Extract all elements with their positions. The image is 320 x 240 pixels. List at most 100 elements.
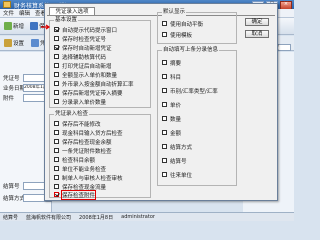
checkbox[interactable]	[162, 74, 167, 79]
option-label: 结算方式	[170, 144, 193, 151]
attachment-label: 附件	[3, 96, 15, 102]
option-label: 金额	[170, 130, 182, 137]
option-label: 数量	[170, 116, 182, 123]
checkbox[interactable]	[54, 36, 59, 41]
option-fill-account[interactable]: 科目	[162, 73, 182, 81]
option-label: 分录录入单价数量	[62, 99, 107, 106]
new-icon	[4, 22, 12, 30]
option-label: 外币录入按金额自动折算汇率	[62, 81, 134, 88]
group-basic-settings: 基本设置 自动提示代码提示窗口 保存时检查凭证号 保存时自动新增凭证 选择辅助核…	[49, 17, 151, 108]
settings-button[interactable]: 设置	[2, 39, 26, 47]
option-fill-settlement-method[interactable]: 结算方式	[162, 143, 193, 151]
option-carry-summary[interactable]: 保存后新增凭证带入摘要	[54, 89, 123, 97]
checkbox[interactable]	[54, 27, 59, 32]
settlement-method-label: 结算方式	[3, 196, 26, 202]
checkbox[interactable]	[162, 116, 167, 121]
option-foreign-rate[interactable]: 外币录入按金额自动折算汇率	[54, 80, 134, 88]
checkbox[interactable]	[54, 175, 59, 180]
option-label: 摘要	[170, 60, 182, 67]
checkbox[interactable]	[162, 102, 167, 107]
option-use-template[interactable]: 使用模板	[162, 31, 193, 39]
checkbox[interactable]	[54, 63, 59, 68]
settings-label: 设置	[13, 41, 25, 47]
option-fill-amount[interactable]: 金额	[162, 129, 182, 137]
option-label: 保存后不能修改	[62, 121, 101, 128]
gear-icon	[4, 39, 12, 47]
option-new-after-print[interactable]: 打印凭证后自动新增	[54, 62, 112, 70]
voucher-options-dialog: 凭证录入选项 基本设置 自动提示代码提示窗口 保存时检查凭证号 保存时自动新增凭…	[44, 3, 278, 201]
option-auto-balance[interactable]: 使用自动平衡	[162, 20, 203, 28]
option-fill-currency-rate[interactable]: 币别/汇率类型/汇率	[162, 87, 218, 95]
checkbox[interactable]	[54, 81, 59, 86]
option-fill-partner[interactable]: 往来单位	[162, 171, 193, 179]
option-label: 保存时检查凭证号	[62, 36, 107, 43]
option-auto-new-on-save[interactable]: 保存时自动新增凭证	[54, 44, 112, 52]
checkbox[interactable]	[162, 172, 167, 177]
checkbox[interactable]	[54, 99, 59, 104]
option-select-aux-code[interactable]: 选择辅助核算代码	[54, 53, 107, 61]
checkbox[interactable]	[54, 192, 59, 197]
option-check-voucher-number[interactable]: 保存时检查凭证号	[54, 35, 107, 43]
option-check-attachment[interactable]: 保存检查附件	[54, 189, 97, 200]
checkbox[interactable]	[162, 88, 167, 93]
option-entry-price-qty[interactable]: 分录录入单价数量	[54, 98, 107, 106]
status-field: 结算号	[3, 214, 19, 221]
option-no-modify-after-save[interactable]: 保存后不能修改	[54, 120, 101, 128]
group-entry-check: 凭证录入检查 保存后不能修改 现金科目输入贷方后检查 保存后检查现金余额 一条凭…	[49, 111, 151, 200]
checkbox[interactable]	[54, 121, 59, 126]
option-label: 往来单位	[170, 172, 193, 179]
settlement-number-label: 结算号	[3, 184, 20, 190]
menu-edit[interactable]: 编辑	[19, 9, 30, 17]
save-icon	[30, 22, 39, 30]
checkbox[interactable]	[54, 139, 59, 144]
status-company: 蓝海帆软件有限公司	[26, 214, 72, 221]
checkbox[interactable]	[54, 130, 59, 135]
checkbox[interactable]	[54, 184, 59, 189]
option-auto-code-tip[interactable]: 自动提示代码提示窗口	[54, 26, 117, 34]
option-show-price-qty[interactable]: 全额显示人单价和数量	[54, 71, 118, 79]
option-check-account-balance[interactable]: 检查科目余额	[54, 156, 96, 164]
menu-file[interactable]: 文件	[3, 9, 14, 17]
option-check-cash-flow[interactable]: 保存检查现金流量	[54, 183, 107, 191]
option-unit-business-check[interactable]: 单位不能业务检查	[54, 165, 106, 173]
option-label: 币别/汇率类型/汇率	[170, 88, 218, 95]
option-fill-summary[interactable]: 摘要	[162, 59, 182, 67]
option-check-cash-balance[interactable]: 保存后检查现金余额	[54, 138, 112, 146]
option-label: 科目	[170, 74, 182, 81]
option-label: 全额显示人单价和数量	[62, 72, 118, 79]
option-label: 结算号	[170, 158, 187, 165]
option-fill-price[interactable]: 单价	[162, 101, 182, 109]
option-label: 一条凭证附件数检查	[62, 148, 112, 155]
checkbox[interactable]	[54, 54, 59, 59]
option-label: 使用模板	[170, 32, 193, 39]
checkbox[interactable]	[162, 144, 167, 149]
option-label: 保存后新增凭证带入摘要	[62, 90, 123, 97]
checkbox[interactable]	[162, 60, 167, 65]
checkbox[interactable]	[162, 130, 167, 135]
option-label: 现金科目输入贷方后检查	[62, 130, 123, 137]
option-preparer-auditor-check[interactable]: 制单人与审核人检查审核	[54, 174, 123, 182]
option-fill-quantity[interactable]: 数量	[162, 115, 182, 123]
option-attachment-count-check[interactable]: 一条凭证附件数检查	[54, 147, 112, 155]
checkbox[interactable]	[54, 90, 59, 95]
option-label: 检查科目余额	[62, 157, 96, 164]
option-label: 单价	[170, 102, 182, 109]
option-label: 打印凭证后自动新增	[62, 63, 112, 70]
group-default-display: 默认显示 使用自动平衡 使用模板	[157, 9, 237, 44]
checkbox[interactable]	[162, 21, 167, 26]
new-button[interactable]: 新增	[2, 22, 26, 30]
checkbox[interactable]	[162, 32, 167, 37]
checkbox[interactable]	[162, 158, 167, 163]
checkbox[interactable]	[54, 157, 59, 162]
checkbox[interactable]	[54, 166, 59, 171]
cancel-button[interactable]: 取消	[245, 30, 269, 38]
option-fill-settlement-number[interactable]: 结算号	[162, 157, 187, 165]
checkbox[interactable]	[54, 72, 59, 77]
checkbox[interactable]	[54, 45, 59, 50]
ok-button[interactable]: 确定	[245, 18, 269, 26]
option-label: 保存检查现金流量	[62, 184, 107, 191]
option-cash-credit-check[interactable]: 现金科目输入贷方后检查	[54, 129, 123, 137]
checkbox[interactable]	[54, 148, 59, 153]
option-label: 选择辅助核算代码	[62, 54, 107, 61]
status-date: 2008年1月8日	[79, 214, 114, 221]
